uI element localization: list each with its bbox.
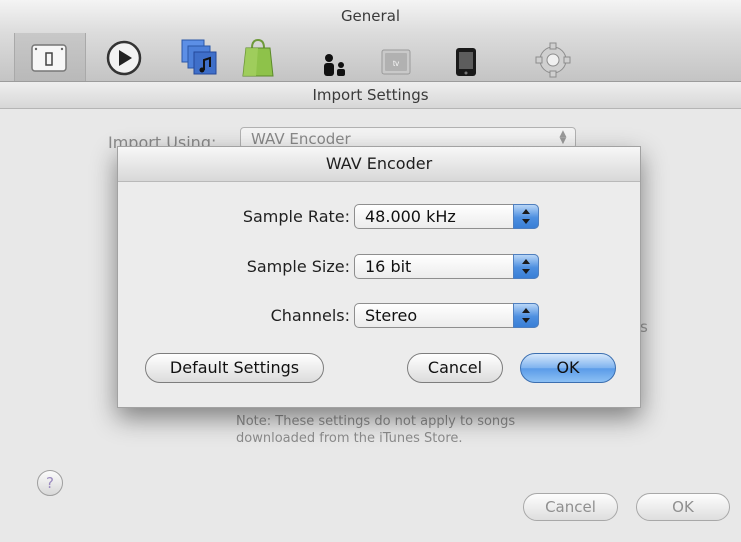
sample-size-popup[interactable]: 16 bit (354, 254, 539, 279)
help-icon: ? (46, 474, 54, 492)
toolbar-general-button[interactable] (14, 33, 86, 81)
parental-icon (324, 54, 345, 76)
chevron-updown-icon (513, 204, 539, 229)
devices-icon (456, 48, 476, 76)
apple-tv-icon: tv (381, 49, 411, 75)
dialog-ok-button[interactable]: OK (520, 353, 616, 383)
dialog-title: WAV Encoder (118, 147, 640, 182)
toolbar-apple-tv-button[interactable]: tv (378, 36, 414, 75)
wav-encoder-dialog: WAV Encoder Sample Rate: 48.000 kHz Samp… (117, 146, 641, 408)
partial-obscured-text: s (640, 318, 648, 336)
playback-icon (106, 40, 142, 76)
sample-rate-popup[interactable]: 48.000 kHz (354, 204, 539, 229)
sample-size-value: 16 bit (365, 257, 412, 276)
sharing-icon (181, 39, 217, 75)
toolbar-parental-button[interactable] (320, 36, 350, 76)
toolbar-store-button[interactable] (240, 36, 276, 77)
sample-size-row: Sample Size: 16 bit (118, 254, 640, 280)
toolbar-advanced-button[interactable] (532, 36, 574, 78)
sample-size-label: Sample Size: (246, 257, 350, 276)
sample-rate-label: Sample Rate: (242, 207, 350, 226)
sheet-cancel-button[interactable]: Cancel (523, 493, 618, 521)
preferences-window: General tv Import Settings Import Using:… (0, 0, 741, 542)
default-settings-button[interactable]: Default Settings (145, 353, 324, 383)
sample-rate-value: 48.000 kHz (365, 207, 456, 226)
chevron-updown-icon (513, 303, 539, 328)
sample-rate-row: Sample Rate: 48.000 kHz (118, 204, 640, 230)
sheet-title: Import Settings (0, 82, 741, 109)
channels-value: Stereo (365, 306, 418, 325)
store-icon (242, 38, 274, 77)
sheet-ok-button[interactable]: OK (636, 493, 730, 521)
channels-label: Channels: (270, 306, 350, 325)
store-note: Note: These settings do not apply to son… (236, 414, 516, 446)
channels-popup[interactable]: Stereo (354, 303, 539, 328)
general-icon (31, 44, 67, 72)
chevron-updown-icon: ▲ ▼ (559, 129, 567, 146)
channels-row: Channels: Stereo (118, 303, 640, 329)
window-title: General (0, 0, 741, 33)
help-button[interactable]: ? (37, 470, 63, 496)
toolbar-sharing-button[interactable] (178, 36, 220, 75)
apple-tv-label: tv (393, 59, 399, 68)
toolbar-devices-button[interactable] (454, 36, 478, 76)
toolbar-playback-button[interactable] (104, 36, 144, 76)
dialog-cancel-button[interactable]: Cancel (407, 353, 503, 383)
advanced-gear-icon (535, 42, 571, 78)
preferences-toolbar: tv (0, 33, 741, 82)
chevron-updown-icon (513, 254, 539, 279)
